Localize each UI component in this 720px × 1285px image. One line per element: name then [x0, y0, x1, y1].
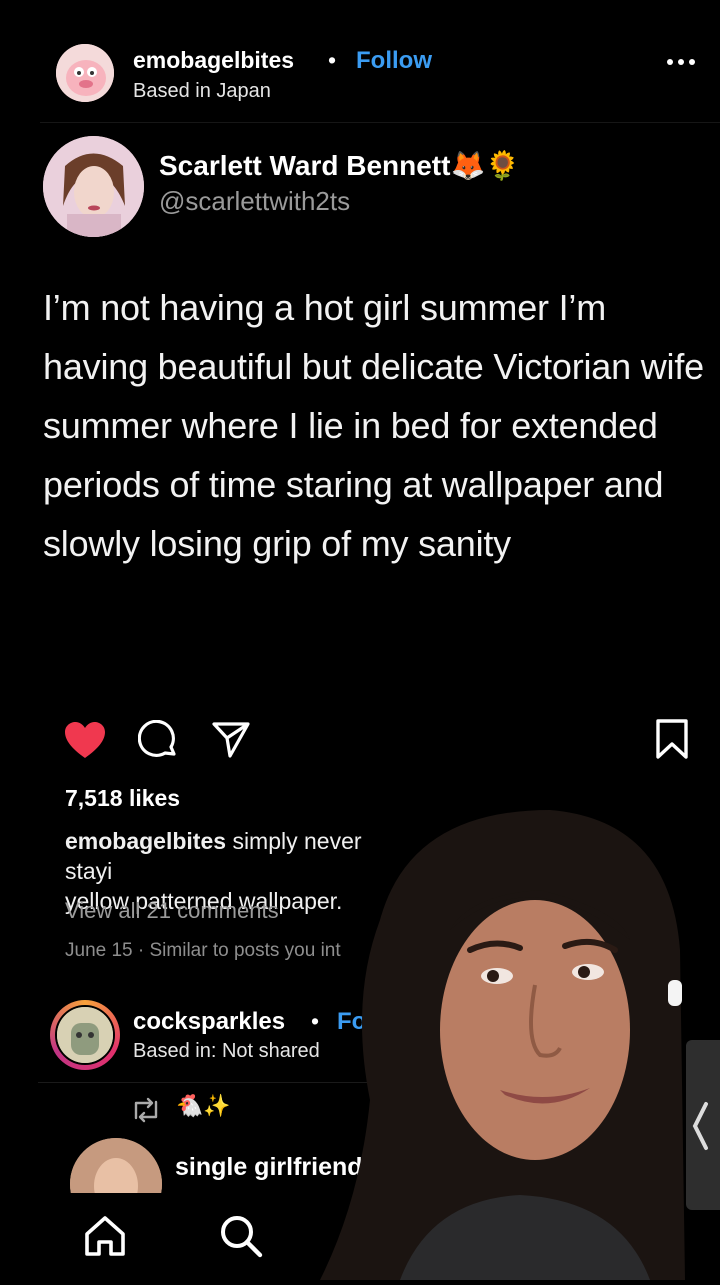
- author-avatar[interactable]: [56, 44, 114, 102]
- comment-icon[interactable]: [137, 719, 178, 760]
- tweet-handle: @scarlettwith2ts: [159, 186, 351, 216]
- tweet-text: I’m not having a hot girl summer I’m hav…: [43, 287, 704, 564]
- next-post-avatar[interactable]: [55, 1005, 115, 1065]
- save-icon[interactable]: [654, 718, 690, 760]
- chevron-left-icon[interactable]: [690, 1100, 710, 1152]
- tweet-display-name: Scarlett Ward Bennett🦊🌻: [159, 149, 520, 182]
- heart-icon[interactable]: [63, 720, 107, 760]
- next-post-location: Based in: Not shared: [133, 1040, 320, 1062]
- next-post-username[interactable]: cocksparkles: [133, 1008, 285, 1036]
- tweet-display-name-text: Scarlett Ward Bennett: [159, 150, 451, 181]
- next-post-emoji: 🐔✨: [176, 1093, 231, 1118]
- tweet-name-emoji: 🦊🌻: [450, 150, 521, 181]
- share-icon[interactable]: [211, 720, 251, 760]
- author-location: Based in Japan: [133, 80, 271, 102]
- separator-dot: •: [311, 1008, 320, 1034]
- search-icon[interactable]: [218, 1213, 264, 1259]
- tweet-author-avatar: [43, 136, 144, 237]
- separator-dot: •: [328, 47, 337, 73]
- retweet-icon: [130, 1096, 162, 1124]
- post-date: June 15 · Similar to posts you int: [65, 940, 341, 961]
- caption-username[interactable]: emobagelbites: [65, 828, 226, 854]
- divider: [40, 122, 720, 123]
- view-comments-link[interactable]: View all 21 comments: [65, 898, 279, 924]
- author-username[interactable]: emobagelbites: [133, 47, 294, 74]
- like-count[interactable]: 7,518 likes: [65, 785, 180, 812]
- more-icon[interactable]: [664, 52, 698, 72]
- creator-video-overlay: [320, 800, 690, 1280]
- home-icon[interactable]: [82, 1213, 128, 1259]
- follow-button[interactable]: Follow: [356, 47, 432, 75]
